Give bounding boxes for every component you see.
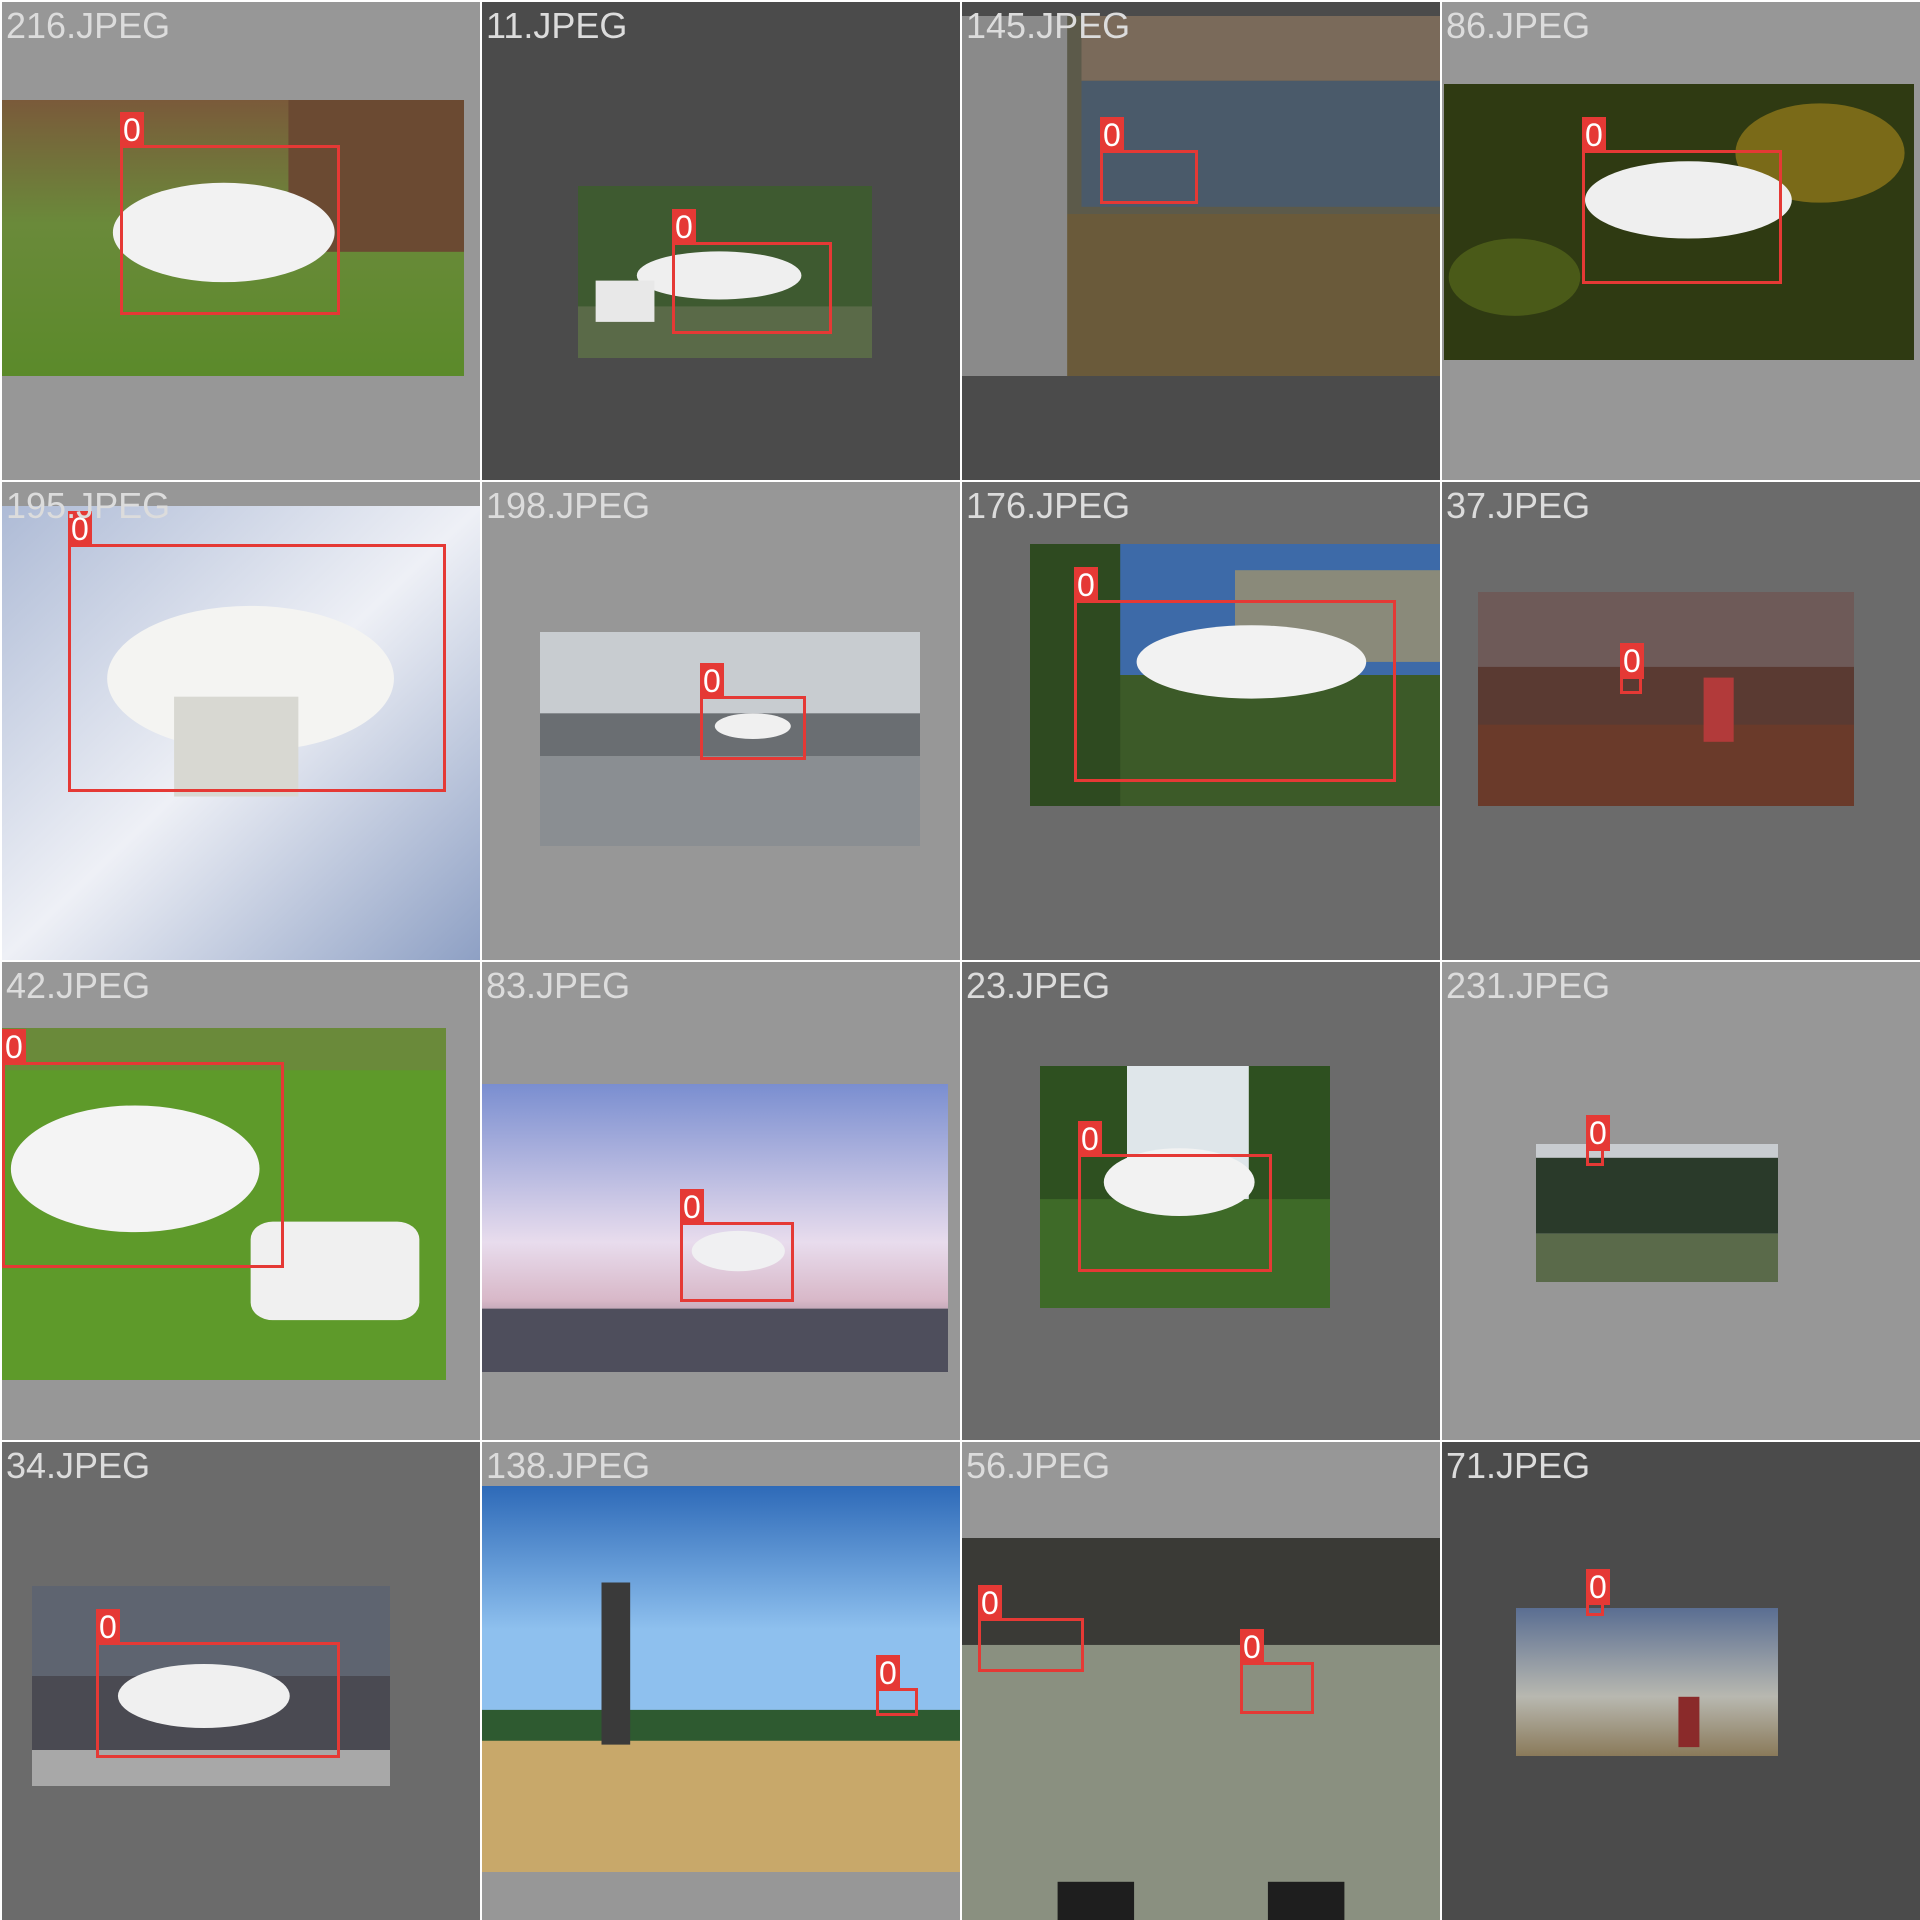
detection-box: 0 xyxy=(700,663,806,760)
tile-filename: 34.JPEG xyxy=(6,1445,151,1486)
tile-filename: 176.JPEG xyxy=(966,485,1131,526)
tile-filename: 145.JPEG xyxy=(966,5,1131,46)
gallery-tile[interactable]: 216.JPEG 0 xyxy=(2,2,480,480)
gallery-tile[interactable]: 71.JPEG 0 xyxy=(1442,1442,1920,1920)
detection-class-label: 0 xyxy=(680,1189,704,1225)
detection-class-label: 0 xyxy=(1240,1629,1264,1665)
tile-filename: 138.JPEG xyxy=(486,1445,651,1486)
photo-thumbnail xyxy=(962,16,1440,376)
gallery-tile[interactable]: 176.JPEG 0 xyxy=(962,482,1440,960)
detection-class-label: 0 xyxy=(672,209,696,245)
detection-box: 0 xyxy=(96,1609,340,1758)
tile-filename: 195.JPEG xyxy=(6,485,171,526)
detection-class-label: 0 xyxy=(1586,1115,1610,1151)
detection-box: 0 xyxy=(1078,1121,1272,1272)
detection-box: 0 xyxy=(1240,1629,1314,1714)
detection-box: 0 xyxy=(978,1585,1084,1672)
detection-class-label: 0 xyxy=(1620,643,1644,679)
detection-class-label: 0 xyxy=(978,1585,1002,1621)
gallery-tile[interactable]: 198.JPEG 0 xyxy=(482,482,960,960)
tile-filename: 231.JPEG xyxy=(1446,965,1611,1006)
detection-class-label: 0 xyxy=(1078,1121,1102,1157)
tile-filename: 37.JPEG xyxy=(1446,485,1591,526)
tile-filename: 42.JPEG xyxy=(6,965,151,1006)
detection-class-label: 0 xyxy=(876,1655,900,1691)
gallery-tile[interactable]: 145.JPEG 0 xyxy=(962,2,1440,480)
photo-thumbnail xyxy=(1478,592,1854,806)
tile-filename: 56.JPEG xyxy=(966,1445,1111,1486)
detection-box: 0 xyxy=(680,1189,794,1302)
detection-gallery-grid: 216.JPEG 0 11.JPEG 0 145.JPEG 0 86.JPEG … xyxy=(0,0,1920,1920)
gallery-tile[interactable]: 34.JPEG 0 xyxy=(2,1442,480,1920)
gallery-tile[interactable]: 42.JPEG 0 xyxy=(2,962,480,1440)
tile-filename: 86.JPEG xyxy=(1446,5,1591,46)
detection-class-label: 0 xyxy=(120,112,144,148)
detection-box: 0 xyxy=(876,1655,918,1716)
gallery-tile[interactable]: 231.JPEG 0 xyxy=(1442,962,1920,1440)
gallery-tile[interactable]: 37.JPEG 0 xyxy=(1442,482,1920,960)
detection-box: 0 xyxy=(1100,117,1198,204)
gallery-tile[interactable]: 56.JPEG 0 0 xyxy=(962,1442,1440,1920)
detection-class-label: 0 xyxy=(1586,1569,1610,1605)
detection-class-label: 0 xyxy=(1100,117,1124,153)
detection-box: 0 xyxy=(1620,643,1644,694)
detection-class-label: 0 xyxy=(96,1609,120,1645)
gallery-tile[interactable]: 195.JPEG 0 xyxy=(2,482,480,960)
tile-filename: 216.JPEG xyxy=(6,5,171,46)
gallery-tile[interactable]: 138.JPEG 0 xyxy=(482,1442,960,1920)
detection-box: 0 xyxy=(672,209,832,334)
tile-filename: 83.JPEG xyxy=(486,965,631,1006)
photo-thumbnail xyxy=(1536,1144,1778,1282)
detection-class-label: 0 xyxy=(1074,567,1098,603)
detection-class-label: 0 xyxy=(700,663,724,699)
detection-box: 0 xyxy=(120,112,340,315)
tile-filename: 11.JPEG xyxy=(486,5,628,46)
detection-box: 0 xyxy=(68,511,446,792)
photo-thumbnail xyxy=(962,1538,1440,1920)
detection-class-label: 0 xyxy=(1582,117,1606,153)
detection-box: 0 xyxy=(2,1029,284,1268)
tile-filename: 71.JPEG xyxy=(1446,1445,1591,1486)
detection-box: 0 xyxy=(1582,117,1782,284)
detection-box: 0 xyxy=(1074,567,1396,782)
detection-box: 0 xyxy=(1586,1115,1610,1166)
tile-filename: 23.JPEG xyxy=(966,965,1111,1006)
tile-filename: 198.JPEG xyxy=(486,485,651,526)
gallery-tile[interactable]: 11.JPEG 0 xyxy=(482,2,960,480)
detection-box: 0 xyxy=(1586,1569,1610,1616)
gallery-tile[interactable]: 83.JPEG 0 xyxy=(482,962,960,1440)
gallery-tile[interactable]: 23.JPEG 0 xyxy=(962,962,1440,1440)
gallery-tile[interactable]: 86.JPEG 0 xyxy=(1442,2,1920,480)
detection-class-label: 0 xyxy=(2,1029,26,1065)
photo-thumbnail xyxy=(1516,1608,1778,1756)
